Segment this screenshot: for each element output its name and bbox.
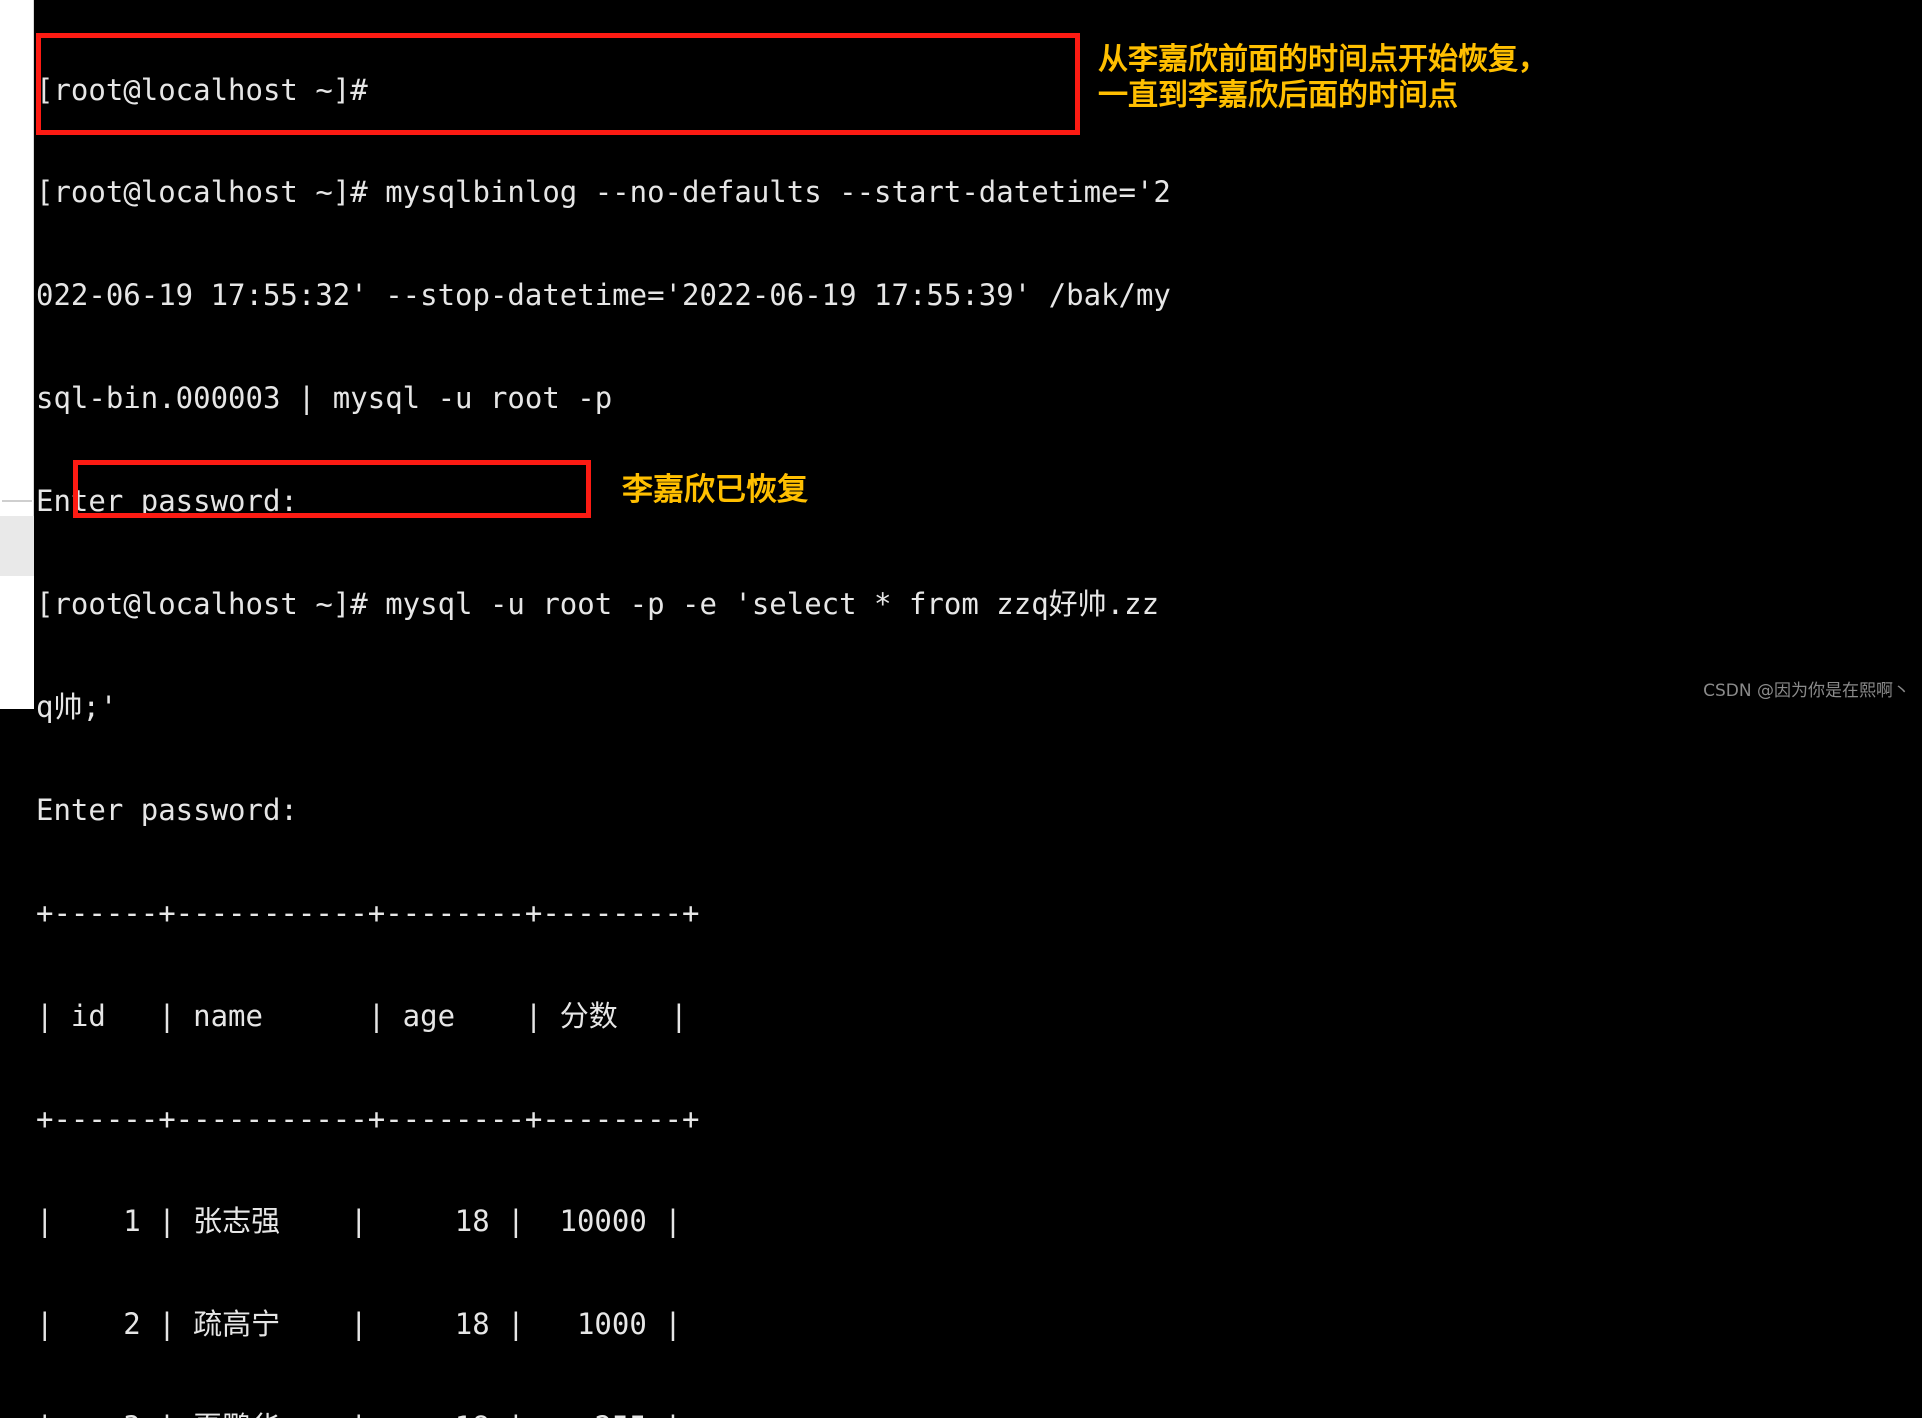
table-border-mid: +------+-----------+--------+--------+ [36, 1101, 700, 1136]
terminal-line-query-1: [root@localhost ~]# mysql -u root -p -e … [36, 587, 1160, 622]
terminal-output[interactable]: [root@localhost ~]# [root@localhost ~]# … [34, 0, 1922, 1418]
terminal-line: [root@localhost ~]# [36, 72, 368, 107]
table-border-top: +------+-----------+--------+--------+ [36, 895, 700, 930]
terminal-line-command-1: [root@localhost ~]# mysqlbinlog --no-def… [36, 175, 1171, 210]
table-header-row: | id | name | age | 分数 | [36, 998, 688, 1033]
terminal-screenshot: [root@localhost ~]# [root@localhost ~]# … [0, 0, 1922, 1418]
terminal-line-query-2: q帅;' [36, 689, 118, 724]
annotation-bottom: 李嘉欣已恢复 [622, 472, 808, 508]
watermark-text: CSDN @因为你是在熙啊丶 [1703, 681, 1910, 701]
window-chrome-sliver [0, 0, 34, 709]
terminal-line-command-2: 022-06-19 17:55:32' --stop-datetime='202… [36, 278, 1171, 313]
terminal-line-command-3: sql-bin.000003 | mysql -u root -p [36, 381, 613, 416]
chrome-band-middle [0, 516, 34, 576]
table-row: | 3 | 夏鹏华 | 18 | 255 | [34, 1410, 1922, 1418]
annotation-top: 从李嘉欣前面的时间点开始恢复， 一直到李嘉欣后面的时间点 [1098, 42, 1548, 113]
chrome-band-top [0, 0, 34, 516]
chrome-divider [2, 500, 32, 502]
chrome-band-bottom [0, 576, 34, 709]
table-row: | 1 | 张志强 | 18 | 10000 | [36, 1204, 682, 1239]
terminal-line-password-1: Enter password: [36, 484, 298, 519]
table-row: | 2 | 疏高宁 | 18 | 1000 | [36, 1307, 682, 1342]
terminal-line-password-2: Enter password: [36, 792, 298, 827]
